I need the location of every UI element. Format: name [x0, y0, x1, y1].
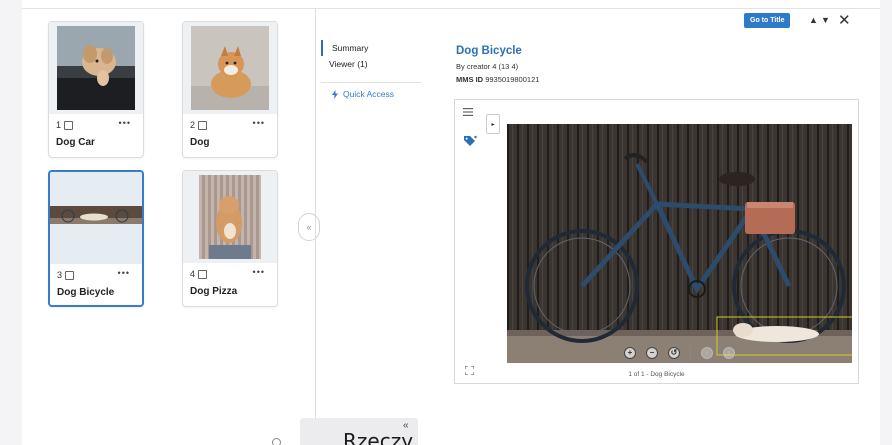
record-card[interactable]: 1 ••• Dog Car: [48, 21, 144, 158]
record-title[interactable]: Dog Car: [56, 137, 95, 148]
lightning-icon: [332, 89, 338, 99]
info-icon[interactable]: [272, 438, 281, 445]
nav-item-summary[interactable]: Summary: [321, 40, 431, 56]
reset-zoom-icon[interactable]: ↺: [668, 347, 680, 359]
record-title[interactable]: Dog: [190, 137, 209, 148]
more-options-icon[interactable]: •••: [253, 267, 265, 277]
next-record-icon[interactable]: ▼: [821, 15, 830, 25]
thumbnail-dog: [191, 26, 269, 110]
zoom-in-icon[interactable]: +: [624, 347, 636, 359]
record-meta: 3: [57, 270, 75, 280]
pane-divider[interactable]: [315, 9, 316, 445]
thumbnail-dog-bicycle: [50, 206, 142, 224]
collapse-panel-button[interactable]: «: [298, 213, 320, 241]
more-options-icon[interactable]: •••: [253, 118, 265, 128]
expand-sidebar-icon[interactable]: ▸: [486, 114, 500, 134]
thumbnail-dog-car: [57, 26, 135, 110]
more-options-icon[interactable]: •••: [118, 268, 130, 278]
zoom-out-icon[interactable]: −: [646, 347, 658, 359]
record-meta: 2: [190, 120, 208, 130]
more-options-icon[interactable]: •••: [119, 118, 131, 128]
thumbnail-area: [50, 172, 142, 264]
select-checkbox[interactable]: [64, 120, 74, 130]
next-page-icon[interactable]: ›: [723, 347, 735, 359]
record-card[interactable]: 4 ••• Dog Pizza: [182, 170, 278, 307]
record-detail-title[interactable]: Dog Bicycle: [456, 45, 522, 57]
mms-id-value: 9935019800121: [485, 75, 540, 84]
app-window: 1 ••• Dog Car 2 ••• Dog 3 ••• Dog Bicycl…: [22, 0, 880, 445]
record-meta: 4: [190, 269, 208, 279]
viewer-caption: 1 of 1 - Dog Bicycle: [628, 371, 685, 378]
record-creator: By creator 4 (13 4): [456, 62, 519, 71]
select-checkbox[interactable]: [65, 270, 75, 280]
quick-access-label: Quick Access: [343, 89, 395, 99]
record-title[interactable]: Dog Bicycle: [57, 287, 114, 298]
record-meta: 1: [56, 120, 74, 130]
thumbnail-area: [49, 22, 143, 114]
nav-divider: [321, 82, 421, 83]
record-card-selected[interactable]: 3 ••• Dog Bicycle: [48, 170, 144, 307]
record-number: 2: [190, 120, 196, 130]
record-title[interactable]: Dog Pizza: [190, 286, 237, 297]
record-mms-id: MMS ID 9935019800121: [456, 75, 539, 84]
chevron-double-left-icon: «: [306, 222, 312, 232]
list-icon[interactable]: [463, 108, 473, 118]
main-image[interactable]: [507, 124, 852, 363]
record-number: 4: [190, 269, 196, 279]
quick-access-link[interactable]: Quick Access: [321, 89, 431, 99]
close-icon[interactable]: ✕: [838, 11, 851, 29]
thumbnail-area: [183, 171, 277, 263]
mms-id-label: MMS ID: [456, 75, 484, 84]
select-checkbox[interactable]: [198, 269, 208, 279]
toolbar-divider: [690, 346, 691, 360]
previous-record-icon[interactable]: ▲: [809, 15, 818, 25]
thumbnail-dog-pizza: [199, 175, 261, 259]
section-nav: Summary Viewer (1) Quick Access: [321, 40, 431, 99]
previous-page-icon[interactable]: ‹: [701, 347, 713, 359]
select-checkbox[interactable]: [198, 120, 208, 130]
record-number: 1: [56, 120, 62, 130]
tag-icon[interactable]: [463, 134, 477, 152]
nav-item-viewer[interactable]: Viewer (1): [321, 56, 431, 72]
record-card[interactable]: 2 ••• Dog: [182, 21, 278, 158]
media-viewer: ▸ + − ↺ ‹ › 1 of 1 - Dog Bicycle: [454, 99, 859, 384]
thumbnail-area: [183, 22, 277, 114]
bottom-label: Rzeczy: [343, 429, 414, 445]
zoom-toolbar: + − ↺ ‹ ›: [507, 343, 852, 363]
go-to-title-button[interactable]: Go to Title: [744, 13, 791, 28]
results-grid: 1 ••• Dog Car 2 ••• Dog 3 ••• Dog Bicycl…: [22, 9, 315, 445]
record-number: 3: [57, 270, 63, 280]
